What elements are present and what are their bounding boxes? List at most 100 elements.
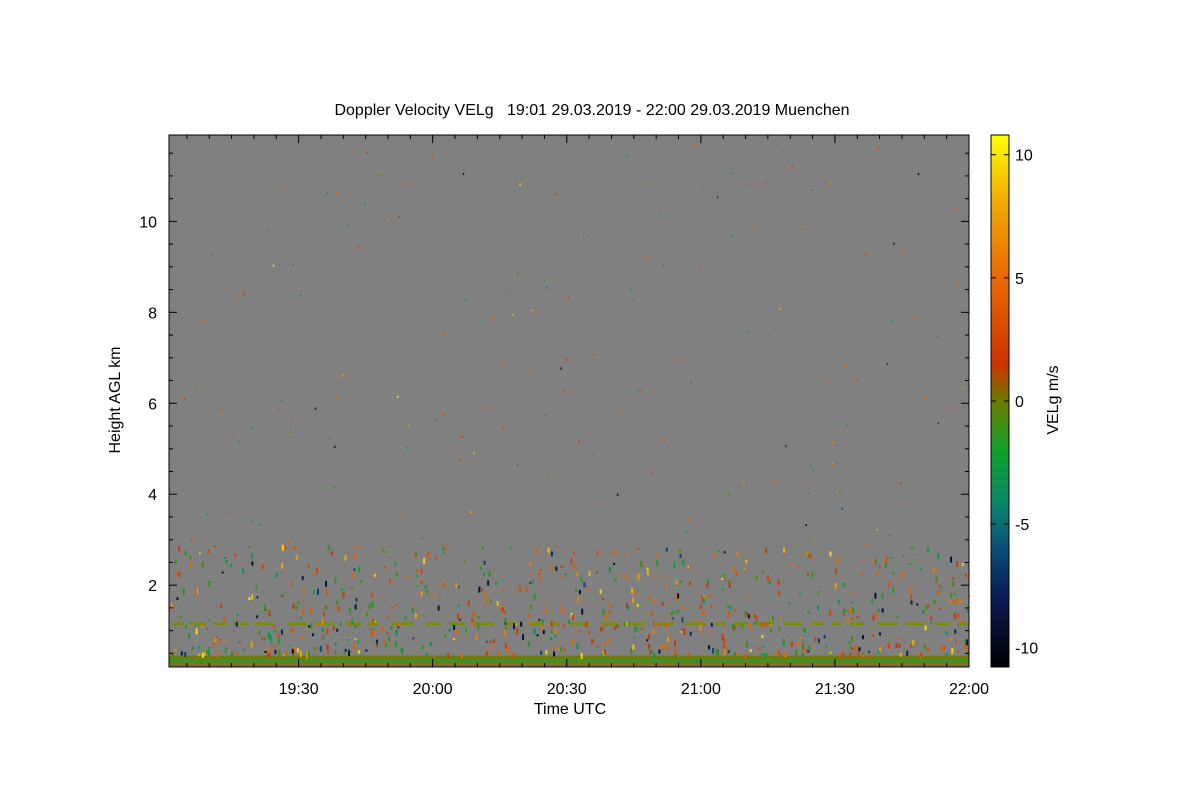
velocity-speckle [734, 609, 737, 612]
velocity-speckle [342, 591, 345, 598]
velocity-speckle [728, 650, 731, 653]
y-tick-label: 2 [148, 578, 157, 595]
velocity-speckle [818, 638, 821, 643]
velocity-speckle [952, 581, 955, 587]
velocity-speckle [842, 613, 845, 616]
velocity-speckle [953, 359, 955, 362]
velocity-speckle [312, 574, 315, 577]
velocity-speckle [937, 554, 940, 560]
velocity-speckle [729, 606, 732, 610]
velocity-speckle [578, 590, 581, 595]
velocity-speckle [890, 556, 893, 559]
velocity-speckle [774, 328, 777, 331]
dashed-layer-segment [832, 622, 842, 626]
velocity-speckle [573, 563, 576, 570]
velocity-speckle [495, 581, 498, 585]
velocity-speckle [290, 430, 292, 433]
velocity-speckle [876, 528, 879, 531]
velocity-speckle [368, 603, 371, 610]
velocity-speckle [463, 560, 466, 563]
velocity-speckle [178, 546, 181, 552]
velocity-speckle [881, 608, 884, 613]
near-surface-layer-band [169, 662, 969, 665]
velocity-speckle [489, 640, 492, 643]
velocity-speckle [749, 622, 752, 629]
velocity-speckle [457, 613, 460, 620]
velocity-speckle [347, 648, 350, 651]
x-axis-label: Time UTC [534, 701, 606, 718]
velocity-speckle [381, 627, 384, 631]
velocity-speckle [204, 652, 207, 657]
velocity-speckle [791, 641, 794, 647]
velocity-speckle [785, 445, 787, 448]
velocity-speckle [277, 408, 279, 411]
velocity-speckle [357, 640, 360, 644]
velocity-speckle [874, 592, 877, 599]
velocity-speckle [925, 397, 928, 400]
velocity-speckle [725, 647, 728, 650]
velocity-speckle [527, 641, 530, 647]
velocity-speckle [861, 635, 864, 640]
velocity-speckle [282, 594, 285, 597]
velocity-speckle [953, 593, 956, 596]
velocity-speckle [330, 551, 333, 556]
velocity-speckle [896, 616, 899, 619]
velocity-speckle [806, 572, 809, 576]
velocity-speckle [769, 620, 772, 624]
velocity-speckle [616, 493, 619, 496]
velocity-speckle [427, 551, 430, 558]
velocity-speckle [371, 601, 374, 608]
velocity-speckle [178, 572, 181, 578]
velocity-speckle [334, 445, 336, 448]
velocity-speckle [444, 634, 447, 638]
velocity-speckle [712, 647, 715, 654]
velocity-speckle [347, 639, 350, 642]
velocity-speckle [208, 619, 210, 622]
velocity-speckle [954, 629, 957, 634]
velocity-speckle [515, 623, 518, 626]
velocity-speckle [479, 566, 482, 570]
velocity-speckle [615, 625, 618, 629]
velocity-speckle [396, 571, 399, 577]
velocity-speckle [292, 263, 294, 266]
dashed-layer-segment [171, 622, 184, 626]
velocity-speckle [300, 635, 303, 639]
velocity-speckle [576, 643, 579, 650]
velocity-speckle [754, 614, 757, 619]
velocity-speckle [596, 550, 599, 556]
velocity-speckle [292, 417, 295, 420]
velocity-speckle [807, 611, 810, 615]
velocity-speckle [357, 245, 359, 248]
velocity-speckle [764, 548, 767, 554]
velocity-speckle [650, 611, 653, 616]
velocity-speckle [403, 182, 405, 185]
velocity-speckle [270, 647, 273, 652]
velocity-speckle [680, 360, 682, 363]
velocity-speckle [559, 606, 561, 609]
velocity-speckle [852, 607, 855, 614]
velocity-speckle [887, 643, 890, 649]
velocity-speckle [307, 651, 310, 658]
velocity-speckle [688, 519, 690, 522]
velocity-speckle [354, 604, 357, 610]
velocity-speckle [420, 591, 423, 597]
velocity-speckle [195, 385, 197, 388]
velocity-speckle [188, 621, 191, 624]
velocity-speckle [295, 605, 298, 610]
velocity-speckle [715, 650, 718, 657]
velocity-speckle [356, 545, 359, 550]
y-tick-label: 8 [148, 305, 157, 322]
velocity-speckle [452, 638, 455, 641]
velocity-speckle [488, 570, 491, 577]
velocity-speckle [906, 650, 909, 656]
velocity-speckle [602, 503, 605, 506]
velocity-speckle [354, 638, 357, 641]
velocity-speckle [812, 468, 814, 471]
velocity-speckle [504, 618, 507, 624]
velocity-speckle [761, 622, 764, 628]
velocity-speckle [953, 613, 956, 620]
velocity-speckle [191, 539, 193, 542]
velocity-speckle [256, 596, 259, 599]
velocity-speckle [540, 624, 543, 629]
velocity-speckle [591, 638, 594, 644]
